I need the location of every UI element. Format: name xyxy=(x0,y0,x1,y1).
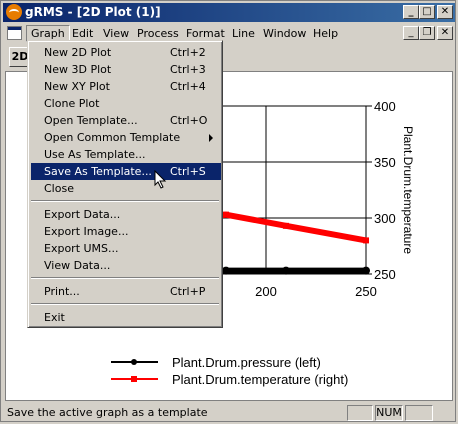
menu-item-export-image[interactable]: Export Image... xyxy=(31,223,221,240)
y2-tick-label: 300 xyxy=(374,211,396,226)
menu-item-view-data[interactable]: View Data... xyxy=(31,257,221,274)
legend-layer: Plant.Drum.pressure (left) Plant.Drum.tem… xyxy=(111,355,348,387)
graph-menu: New 2D Plot Ctrl+2 New 3D Plot Ctrl+3 New … xyxy=(27,40,223,328)
submenu-arrow-icon xyxy=(209,134,213,142)
menu-item-new-3d-plot[interactable]: New 3D Plot Ctrl+3 xyxy=(31,61,221,78)
temperature-point xyxy=(363,237,369,244)
pressure-point xyxy=(222,266,230,275)
y2-tick-label: 350 xyxy=(374,155,396,170)
y2-tick-label: 250 xyxy=(374,267,396,282)
legend-marker-temperature xyxy=(131,376,137,382)
menu-item-exit[interactable]: Exit xyxy=(31,309,221,326)
menu-separator xyxy=(31,303,219,305)
status-bar: Save the active graph as a template NUM xyxy=(3,404,455,422)
x-tick-label: 200 xyxy=(255,284,277,299)
x-tick-label: 250 xyxy=(355,284,377,299)
pressure-point xyxy=(282,266,290,275)
pressure-point xyxy=(362,266,370,275)
mouse-cursor-icon xyxy=(154,170,167,189)
child-restore-button[interactable]: ❐ xyxy=(419,26,435,40)
menu-item-new-2d-plot[interactable]: New 2D Plot Ctrl+2 xyxy=(31,44,221,61)
child-minimize-button[interactable]: _ xyxy=(403,26,419,40)
minimize-button[interactable]: _ xyxy=(403,5,419,19)
menu-item-new-xy-plot[interactable]: New XY Plot Ctrl+4 xyxy=(31,78,221,95)
temperature-point xyxy=(283,222,289,229)
legend-label-temperature: Plant.Drum.temperature (right) xyxy=(172,372,348,387)
menu-format[interactable]: Format xyxy=(182,26,229,41)
maximize-button[interactable]: □ xyxy=(419,5,435,19)
menu-item-print[interactable]: Print... Ctrl+P xyxy=(31,283,221,300)
temperature-point xyxy=(223,211,229,218)
status-num: NUM xyxy=(375,405,403,421)
legend-marker-pressure xyxy=(131,359,137,365)
menu-line[interactable]: Line xyxy=(228,26,259,41)
menu-item-export-ums[interactable]: Export UMS... xyxy=(31,240,221,257)
child-close-button[interactable]: ✕ xyxy=(437,26,453,40)
menu-edit[interactable]: Edit xyxy=(68,26,97,41)
menu-process[interactable]: Process xyxy=(133,26,183,41)
menu-view[interactable]: View xyxy=(99,26,133,41)
y2-axis-label: Plant.Drum.temperature xyxy=(401,126,415,254)
app-logo-icon xyxy=(6,4,22,20)
menu-separator xyxy=(31,277,219,279)
menu-item-use-as-template[interactable]: Use As Template... xyxy=(31,146,221,163)
title-bar: gRMS - [2D Plot (1)] _ □ ✕ xyxy=(3,3,455,22)
document-icon[interactable] xyxy=(7,26,22,40)
window-title: gRMS - [2D Plot (1)] xyxy=(25,5,161,19)
status-panel-3 xyxy=(405,405,433,421)
menu-item-close[interactable]: Close xyxy=(31,180,221,197)
menu-item-clone-plot[interactable]: Clone Plot xyxy=(31,95,221,112)
close-button[interactable]: ✕ xyxy=(437,5,453,19)
menu-help[interactable]: Help xyxy=(309,26,342,41)
menu-item-save-as-template[interactable]: Save As Template... Ctrl+S xyxy=(31,163,221,180)
menu-item-export-data[interactable]: Export Data... xyxy=(31,206,221,223)
status-panel-1 xyxy=(347,405,373,421)
y2-tick-label: 400 xyxy=(374,99,396,114)
legend-label-pressure: Plant.Drum.pressure (left) xyxy=(172,355,321,370)
status-text: Save the active graph as a template xyxy=(7,406,208,419)
menu-item-open-template[interactable]: Open Template... Ctrl+O xyxy=(31,112,221,129)
menu-separator xyxy=(31,200,219,202)
menu-item-open-common-template[interactable]: Open Common Template xyxy=(31,129,221,146)
menu-window[interactable]: Window xyxy=(259,26,310,41)
